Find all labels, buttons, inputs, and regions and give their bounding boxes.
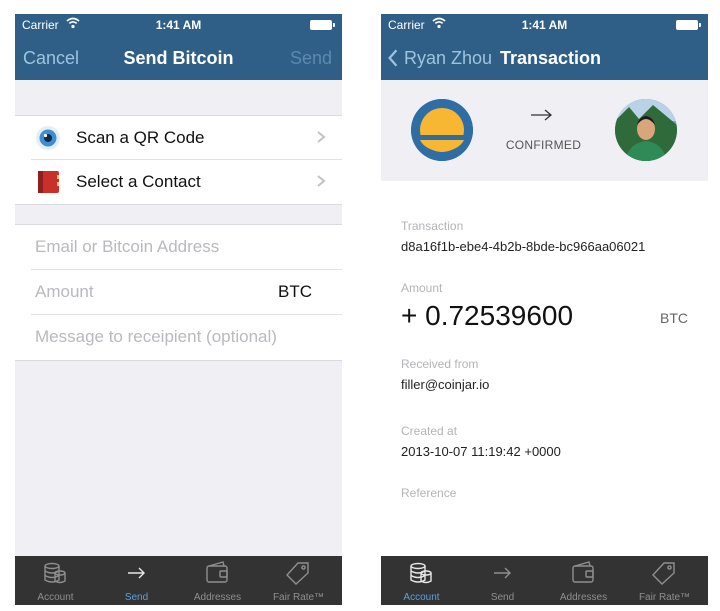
created-label: Created at xyxy=(401,424,458,438)
user-photo xyxy=(615,99,677,161)
coins-icon xyxy=(410,562,432,584)
received-label: Received from xyxy=(401,357,479,371)
received-value: filler@coinjar.io xyxy=(401,377,490,392)
nav-bar: Ryan Zhou Transaction xyxy=(381,36,708,80)
message-placeholder: Message to receipient (optional) xyxy=(35,327,277,346)
amount-field[interactable]: Amount BTC xyxy=(31,270,342,315)
address-book-icon xyxy=(38,171,59,193)
received-from-field: Received from filler@coinjar.io xyxy=(401,357,688,392)
arrow-right-icon xyxy=(128,567,145,579)
tab-label: Send xyxy=(490,592,515,603)
chevron-left-icon xyxy=(388,49,398,67)
amount-field: Amount xyxy=(401,281,688,295)
amount-placeholder: Amount xyxy=(35,282,94,301)
coin-jar-icon xyxy=(411,99,473,161)
send-form: Email or Bitcoin Address Amount BTC Mess… xyxy=(15,224,342,361)
amount-unit: BTC xyxy=(660,310,688,326)
created-value: 2013-10-07 11:19:42 +0000 xyxy=(401,444,561,459)
clock: 1:41 AM xyxy=(521,18,568,32)
transaction-field: Transaction d8a16f1b-ebe4-4b2b-8bde-bc96… xyxy=(401,219,688,254)
status-bar: Carrier 1:41 AM xyxy=(15,14,342,36)
transaction-header: CONFIRMED xyxy=(381,80,708,181)
wallet-icon xyxy=(572,561,594,583)
address-field[interactable]: Email or Bitcoin Address xyxy=(31,225,342,270)
tab-send[interactable]: Send xyxy=(96,556,177,605)
page-title: Transaction xyxy=(500,48,602,68)
tab-label: Account xyxy=(403,592,440,603)
send-button[interactable]: Send xyxy=(290,48,332,69)
tab-label: Addresses xyxy=(193,592,242,603)
tab-fair-rate[interactable]: Fair Rate™ xyxy=(258,556,339,605)
price-tag-icon xyxy=(652,562,675,585)
address-placeholder: Email or Bitcoin Address xyxy=(35,237,220,256)
amount-label: Amount xyxy=(401,281,443,295)
wallet-icon xyxy=(206,561,228,583)
tab-fair-rate[interactable]: Fair Rate™ xyxy=(624,556,705,605)
clock: 1:41 AM xyxy=(155,18,202,32)
battery-icon xyxy=(676,20,701,30)
select-contact-label: Select a Contact xyxy=(76,172,201,191)
tab-account[interactable]: Account xyxy=(15,556,96,605)
tab-label: Send xyxy=(124,592,149,603)
back-label: Ryan Zhou xyxy=(404,48,493,68)
tab-send[interactable]: Send xyxy=(462,556,543,605)
back-button[interactable]: Ryan Zhou xyxy=(387,46,499,72)
avatar[interactable] xyxy=(615,99,677,161)
transaction-screen: Carrier 1:41 AM Ryan Zhou Transaction CO… xyxy=(381,14,708,605)
tab-addresses[interactable]: Addresses xyxy=(543,556,624,605)
tab-account[interactable]: Account xyxy=(381,556,462,605)
reference-field: Reference xyxy=(401,486,688,500)
arrow-right-icon xyxy=(531,109,553,121)
amount-value: + 0.72539600 xyxy=(401,300,574,331)
status-badge: CONFIRMED xyxy=(505,138,582,152)
nav-bar: Cancel Send Bitcoin Send xyxy=(15,36,342,80)
transaction-label: Transaction xyxy=(401,219,464,233)
message-field[interactable]: Message to receipient (optional) xyxy=(31,315,342,360)
recipient-options: Scan a QR Code Select a Contact xyxy=(15,115,342,205)
select-contact-row[interactable]: Select a Contact xyxy=(31,160,342,204)
scan-qr-row[interactable]: Scan a QR Code xyxy=(31,116,342,160)
eye-icon xyxy=(36,126,60,150)
chevron-right-icon xyxy=(317,131,326,143)
coins-icon xyxy=(44,562,66,584)
tab-label: Addresses xyxy=(559,592,608,603)
reference-label: Reference xyxy=(401,486,457,500)
send-bitcoin-screen: Carrier 1:41 AM Cancel Send Bitcoin Send… xyxy=(15,14,342,605)
price-tag-icon xyxy=(286,562,309,585)
scan-qr-label: Scan a QR Code xyxy=(76,128,205,147)
tab-bar: Account Send Addresses Fair Rate™ xyxy=(15,556,342,605)
tab-label: Fair Rate™ xyxy=(638,592,691,603)
arrow-right-icon xyxy=(494,567,511,579)
status-bar: Carrier 1:41 AM xyxy=(381,14,708,36)
chevron-right-icon xyxy=(317,175,326,187)
battery-icon xyxy=(310,20,335,30)
tab-label: Account xyxy=(37,592,74,603)
tab-bar: Account Send Addresses Fair Rate™ xyxy=(381,556,708,605)
tab-addresses[interactable]: Addresses xyxy=(177,556,258,605)
amount-unit: BTC xyxy=(278,282,312,301)
created-at-field: Created at 2013-10-07 11:19:42 +0000 xyxy=(401,424,688,459)
transaction-id: d8a16f1b-ebe4-4b2b-8bde-bc966aa06021 xyxy=(401,239,646,254)
coinjar-avatar xyxy=(411,99,473,161)
tab-label: Fair Rate™ xyxy=(272,592,325,603)
